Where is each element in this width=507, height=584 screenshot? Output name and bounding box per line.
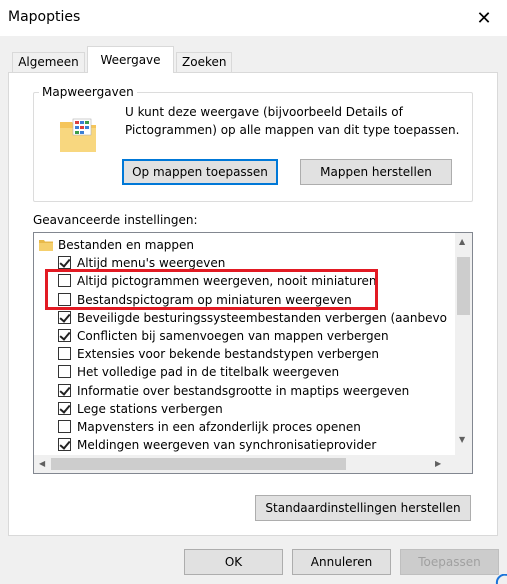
setting-row[interactable]: Het volledige pad in de titelbalk weerge… (34, 363, 450, 381)
setting-row[interactable]: Extensies voor bekende bestandstypen ver… (34, 345, 450, 363)
setting-label: Extensies voor bekende bestandstypen ver… (77, 347, 380, 362)
setting-label: Mapvensters in een afzonderlijk proces o… (77, 419, 361, 434)
setting-row[interactable]: Meldingen weergeven van synchronisatiepr… (34, 436, 450, 454)
setting-row[interactable]: Beveiligde besturingssysteembestanden ve… (34, 309, 450, 327)
setting-row[interactable]: Bestandspictogram op miniaturen weergeve… (34, 291, 450, 309)
restore-defaults-button[interactable]: Standaardinstellingen herstellen (255, 495, 471, 521)
scroll-right-icon[interactable]: ▶ (435, 459, 441, 469)
scroll-up-icon[interactable]: ▲ (459, 237, 465, 247)
setting-row[interactable]: Conflicten bij samenvoegen van mappen ve… (34, 327, 450, 345)
setting-checkbox[interactable] (58, 383, 71, 397)
setting-label: Beveiligde besturingssysteembestanden ve… (77, 310, 447, 325)
folder-views-label: Mapweergaven (39, 85, 137, 99)
apply-to-folders-button[interactable]: Op mappen toepassen (122, 159, 278, 185)
tree-rows: Bestanden en mappen Altijd menu's weerge… (34, 236, 450, 455)
vertical-scroll-thumb[interactable] (457, 257, 470, 315)
setting-checkbox[interactable] (58, 347, 71, 361)
setting-checkbox[interactable] (58, 256, 71, 270)
setting-checkbox[interactable] (58, 274, 71, 288)
setting-row[interactable]: Informatie over bestandsgrootte in mapti… (34, 382, 450, 400)
setting-row[interactable]: Altijd menu's weergeven (34, 254, 450, 272)
setting-label: Informatie over bestandsgrootte in mapti… (77, 383, 410, 398)
horizontal-scroll-thumb[interactable] (51, 458, 346, 470)
ok-button[interactable]: OK (184, 549, 283, 575)
setting-checkbox[interactable] (58, 328, 71, 342)
setting-label: Lege stations verbergen (77, 401, 223, 416)
setting-checkbox[interactable] (58, 419, 71, 433)
tab-zoeken[interactable]: Zoeken (176, 52, 232, 72)
setting-label: Meldingen weergeven van synchronisatiepr… (77, 438, 377, 453)
setting-checkbox[interactable] (58, 438, 71, 452)
setting-checkbox[interactable] (58, 401, 71, 415)
setting-label: Bestandspictogram op miniaturen weergeve… (77, 292, 352, 307)
advanced-settings-tree[interactable]: Bestanden en mappen Altijd menu's weerge… (33, 232, 473, 474)
setting-label: Conflicten bij samenvoegen van mappen ve… (77, 328, 389, 343)
setting-row[interactable]: Lege stations verbergen (34, 400, 450, 418)
tab-weergave[interactable]: Weergave (87, 46, 174, 73)
scroll-left-icon[interactable]: ◀ (39, 459, 45, 469)
tree-root-label: Bestanden en mappen (58, 238, 195, 252)
setting-checkbox[interactable] (58, 365, 71, 379)
setting-row[interactable]: Altijd pictogrammen weergeven, nooit min… (34, 272, 450, 290)
folder-views-description: U kunt deze weergave (bijvoorbeeld Detai… (125, 105, 460, 137)
tree-root-files-folders: Bestanden en mappen (34, 236, 450, 254)
close-button[interactable]: ✕ (461, 0, 507, 36)
advanced-settings-label: Geavanceerde instellingen: (33, 213, 198, 227)
folder-icon (39, 240, 53, 251)
vertical-scrollbar[interactable]: ▲ ▼ (455, 233, 472, 455)
horizontal-scrollbar[interactable]: ◀ ▶ (34, 455, 472, 473)
window-title: Mapopties (8, 9, 81, 25)
setting-checkbox[interactable] (58, 310, 71, 324)
apply-button: Toepassen (400, 549, 499, 575)
reset-folders-button[interactable]: Mappen herstellen (300, 159, 452, 185)
setting-label: Altijd menu's weergeven (77, 256, 226, 271)
setting-checkbox[interactable] (58, 292, 71, 306)
folder-views-icon (60, 118, 96, 152)
tab-algemeen[interactable]: Algemeen (12, 52, 85, 72)
resize-grip-icon[interactable] (495, 574, 507, 584)
close-icon: ✕ (476, 7, 492, 29)
cancel-button[interactable]: Annuleren (292, 549, 391, 575)
setting-label: Het volledige pad in de titelbalk weerge… (77, 365, 340, 380)
setting-row[interactable]: Mapvensters in een afzonderlijk proces o… (34, 418, 450, 436)
setting-label: Altijd pictogrammen weergeven, nooit min… (77, 274, 377, 289)
scroll-down-icon[interactable]: ▼ (459, 435, 465, 445)
title-bar: Mapopties ✕ (0, 0, 507, 36)
